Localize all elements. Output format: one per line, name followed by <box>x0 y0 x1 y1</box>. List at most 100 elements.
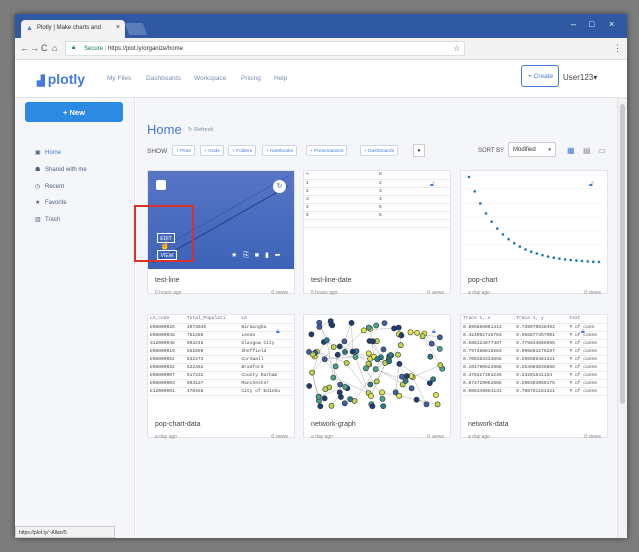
card-modified: 5 hours ago <box>311 290 338 296</box>
new-tab-button[interactable] <box>124 23 148 35</box>
card-name[interactable]: network-graph <box>311 421 356 428</box>
table-cell: E08000032 <box>148 363 185 372</box>
filter-notebooks[interactable]: + Notebooks <box>262 145 298 156</box>
home-nav-icon[interactable]: ⌂ <box>52 43 57 53</box>
grid-preview: Trace 1, x Trace 1, y text 0.895858061413 0.… <box>461 315 607 396</box>
table-cell: 751485 <box>184 331 240 340</box>
file-card-test-line-date[interactable]: AB1223344556 🔓︎ test-line-date 5 hours a… <box>303 170 451 296</box>
minimize-icon[interactable]: – <box>571 19 576 29</box>
filter-dropdown[interactable]: ▾ <box>413 144 425 157</box>
network-node <box>381 320 388 327</box>
plotly-logo[interactable]: ▟ plotly <box>37 71 85 87</box>
table-row: E08000032 522452 Bradford <box>148 363 294 372</box>
table-cell: Birmingha <box>239 323 294 332</box>
network-node <box>327 318 334 324</box>
nav-pricing[interactable]: Pricing <box>241 75 261 82</box>
filter-dashboards[interactable]: + Dashboards <box>360 145 398 156</box>
share-icon[interactable]: ↻ <box>273 180 286 193</box>
tab-close-icon[interactable]: × <box>116 24 120 31</box>
table-row: 0.895858061413 0.739970838492 # of conn <box>461 323 607 332</box>
network-node <box>396 361 403 367</box>
table-row: E12000001 470456 City of Edinbu <box>148 387 294 396</box>
back-icon[interactable]: ← <box>20 43 29 53</box>
nav-help[interactable]: Help <box>274 75 287 82</box>
sidebar-item-recent[interactable]: ◷ Recent <box>35 183 64 190</box>
table-cell: 503127 <box>184 379 240 388</box>
forward-icon[interactable]: → <box>30 43 39 53</box>
sidebar-item-shared[interactable]: ☗ Shared with me <box>35 166 87 173</box>
network-node <box>336 343 343 350</box>
table-row: E08000003 503127 Manchester <box>148 379 294 388</box>
nav-my-files[interactable]: My Files <box>107 75 131 82</box>
card-name[interactable]: pop-chart <box>468 277 498 284</box>
sidebar-item-favorite[interactable]: ★ Favorite <box>35 199 67 206</box>
sidebar-item-home[interactable]: ▣ Home <box>35 149 61 156</box>
new-button[interactable]: + New <box>25 102 123 122</box>
sidebar-item-trash[interactable]: ▥ Trash <box>35 216 60 223</box>
reload-icon[interactable]: C <box>41 43 48 53</box>
table-cell: 0.101790523668 <box>461 363 515 372</box>
file-card-network-data[interactable]: Trace 1, x Trace 1, y text 0.895858061413 0.… <box>460 314 608 440</box>
table-row: 0.101790523668 0.254983036856 # of conne <box>461 363 607 372</box>
sidebar-item-label: Favorite <box>45 200 67 206</box>
card-thumbnail[interactable]: 🔒︎ <box>304 315 450 413</box>
filter-presentations[interactable]: + Presentations <box>306 145 348 156</box>
page-scrollbar[interactable] <box>617 98 627 538</box>
card-name[interactable]: pop-chart-data <box>155 421 201 428</box>
table-cell: 0.705353333655 <box>461 355 515 364</box>
network-node <box>374 356 381 363</box>
file-card-pop-chart[interactable]: 🔓︎ pop-chart a day ago 0 views <box>460 170 608 296</box>
card-thumbnail[interactable]: AB1223344556 🔓︎ <box>304 171 450 269</box>
grid-view-icon[interactable]: ▦ <box>567 146 575 155</box>
create-button[interactable]: + Create <box>521 65 559 87</box>
user-menu[interactable]: User123▾ <box>563 73 597 82</box>
network-node <box>386 358 392 365</box>
file-card-network-graph[interactable]: 🔒︎ network-graph a day ago 0 views <box>303 314 451 440</box>
list-view-icon[interactable]: ▤ <box>583 146 591 155</box>
browser-menu-icon[interactable]: ⋮ <box>613 43 622 54</box>
maximize-icon[interactable]: □ <box>589 19 594 29</box>
table-cell: Leeds <box>239 331 294 340</box>
network-node <box>321 356 328 363</box>
window-close-icon[interactable]: × <box>609 19 614 29</box>
network-edge <box>344 322 352 342</box>
table-cell: text <box>567 315 607 324</box>
table-row <box>304 219 450 228</box>
lock-icon: 🔓︎ <box>430 181 435 188</box>
browser-tab[interactable]: ▲ Plotly | Make charts and × <box>21 20 125 38</box>
sidebar-item-label: Recent <box>45 184 65 190</box>
network-node <box>419 333 426 340</box>
scrollbar-thumb[interactable] <box>620 104 625 404</box>
network-node <box>372 366 379 373</box>
filter-folders[interactable]: + Folders <box>228 145 257 156</box>
sidebar-item-label: Trash <box>45 217 61 223</box>
card-name[interactable]: test-line <box>155 277 180 284</box>
sort-select[interactable]: Modified ▾ <box>508 142 556 157</box>
table-row: AB <box>304 171 450 180</box>
nav-workspace[interactable]: Workspace <box>194 75 226 82</box>
table-cell: 0.775844886955 <box>514 339 568 348</box>
nav-dashboards[interactable]: Dashboards <box>146 75 181 82</box>
select-checkbox[interactable] <box>156 180 166 190</box>
network-node <box>427 353 434 360</box>
compact-view-icon[interactable]: ▭ <box>598 146 606 155</box>
filter-grids[interactable]: + Grids <box>200 145 224 156</box>
table-cell: 0.200383969175 <box>514 379 568 388</box>
bookmark-star-icon[interactable]: ☆ <box>453 44 460 53</box>
card-thumbnail[interactable]: LA_code Total_Populati LA E08000025 1073045 B… <box>148 315 294 413</box>
card-name[interactable]: network-data <box>468 421 508 428</box>
table-row: 0.006349954131 0.786751181321 # of conne <box>461 387 607 396</box>
plotly-logo-icon: ▟ <box>37 76 45 87</box>
refresh-link[interactable]: ↻ Refresh <box>188 127 213 133</box>
card-action-icons[interactable]: ★ ⎘ ■ ▮ ➦ <box>231 251 283 260</box>
network-node <box>349 348 356 355</box>
card-thumbnail[interactable]: Trace 1, x Trace 1, y text 0.895858061413 0.… <box>461 315 607 413</box>
filter-plots[interactable]: + Plots <box>172 145 195 156</box>
card-thumbnail[interactable]: 🔓︎ <box>461 171 607 269</box>
network-node <box>379 389 385 396</box>
card-name[interactable]: test-line-date <box>311 277 351 284</box>
url-input[interactable]: 🔒︎ Secure | https://plot.ly/organize/hom… <box>65 41 465 56</box>
file-card-pop-chart-data[interactable]: LA_code Total_Populati LA E08000025 1073045 B… <box>147 314 295 440</box>
table-cell: 0.786751181321 <box>514 387 568 396</box>
table-row: 0.476327363245 0.23201541154 # of conne <box>461 371 607 380</box>
